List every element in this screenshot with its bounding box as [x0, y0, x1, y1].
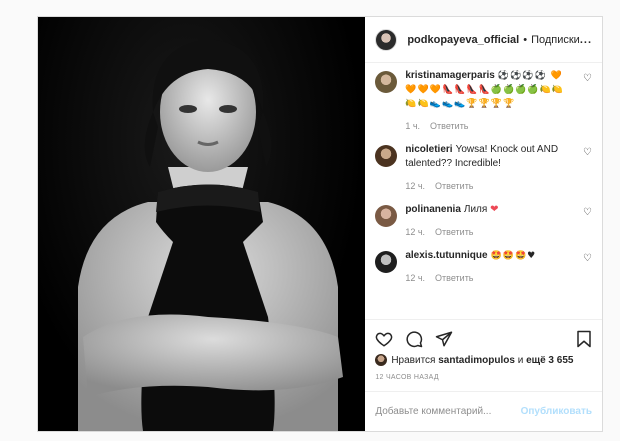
comment-avatar[interactable]: [375, 205, 398, 227]
publish-button[interactable]: Опубликовать: [521, 406, 592, 417]
comment-username[interactable]: alexis.tutunnique: [405, 250, 487, 261]
comment-text: 🤩🤩🤩♥: [490, 251, 537, 261]
liker-username[interactable]: santadimopulos: [438, 355, 515, 366]
separator-dot: •: [523, 33, 528, 46]
likes-and: и: [517, 354, 524, 366]
post-timestamp[interactable]: 12 ЧАСОВ НАЗАД: [375, 374, 592, 381]
likes-count-link[interactable]: ещё 3 655: [526, 355, 573, 366]
add-comment-input[interactable]: [375, 406, 521, 417]
reply-button[interactable]: Ответить: [435, 227, 473, 237]
like-heart-icon[interactable]: [375, 330, 393, 348]
comment-item: alexis.tutunnique 🤩🤩🤩♥ 12 ч. Ответить ♡: [375, 249, 592, 285]
following-button[interactable]: Подписки: [531, 34, 580, 46]
reply-button[interactable]: Ответить: [430, 121, 468, 131]
post-header: podkopayeva_official • Подписки ...: [365, 17, 602, 63]
post-actions: Нравится santadimopulos и ещё 3 655 12 Ч…: [365, 319, 602, 381]
author-username[interactable]: podkopayeva_official: [407, 34, 519, 46]
likes-summary: Нравится santadimopulos и ещё 3 655: [375, 354, 592, 366]
add-comment-bar: Опубликовать: [365, 391, 602, 431]
comment-icon[interactable]: [405, 330, 423, 348]
post-sidebar: podkopayeva_official • Подписки ... kris…: [365, 17, 602, 431]
comments-list[interactable]: kristinamagerparis ⚽⚽⚽⚽ 🧡🧡🧡🧡👠👠👠👠🍏🍏🍏🍏🍋🍋🍋🍋👟…: [365, 63, 602, 319]
share-icon[interactable]: [435, 330, 453, 348]
more-options-icon[interactable]: ...: [580, 34, 592, 46]
likes-prefix: Нравится: [391, 354, 436, 366]
portrait-image: [78, 39, 343, 431]
like-comment-heart-icon[interactable]: ♡: [583, 147, 592, 158]
comment-text: Лиля ❤: [463, 204, 499, 215]
bookmark-icon[interactable]: [576, 330, 592, 348]
comment-avatar[interactable]: [375, 251, 398, 273]
comment-time: 12 ч.: [405, 273, 426, 283]
reply-button[interactable]: Ответить: [435, 181, 473, 191]
comment-avatar[interactable]: [375, 71, 398, 93]
comment-username[interactable]: polinanenia: [405, 204, 461, 215]
author-avatar[interactable]: [375, 28, 398, 51]
comment-time: 12 ч.: [405, 227, 426, 237]
comment-username[interactable]: kristinamagerparis: [405, 70, 495, 81]
comment-time: 12 ч.: [405, 181, 426, 191]
comment-item: nicoletieri Yowsa! Knock out AND talented…: [375, 143, 592, 193]
like-comment-heart-icon[interactable]: ♡: [583, 73, 592, 84]
comment-item: polinanenia Лиля ❤ 12 ч. Ответить ♡: [375, 203, 592, 239]
liker-avatar[interactable]: [375, 354, 388, 366]
comment-username[interactable]: nicoletieri: [405, 144, 452, 155]
comment-avatar[interactable]: [375, 145, 398, 167]
like-comment-heart-icon[interactable]: ♡: [583, 207, 592, 218]
post-photo[interactable]: [38, 17, 366, 431]
comment-item: kristinamagerparis ⚽⚽⚽⚽ 🧡🧡🧡🧡👠👠👠👠🍏🍏🍏🍏🍋🍋🍋🍋👟…: [375, 69, 592, 133]
comment-time: 1 ч.: [405, 121, 421, 131]
like-comment-heart-icon[interactable]: ♡: [583, 253, 592, 264]
post-modal: podkopayeva_official • Подписки ... kris…: [37, 16, 603, 432]
reply-button[interactable]: Ответить: [435, 273, 473, 283]
